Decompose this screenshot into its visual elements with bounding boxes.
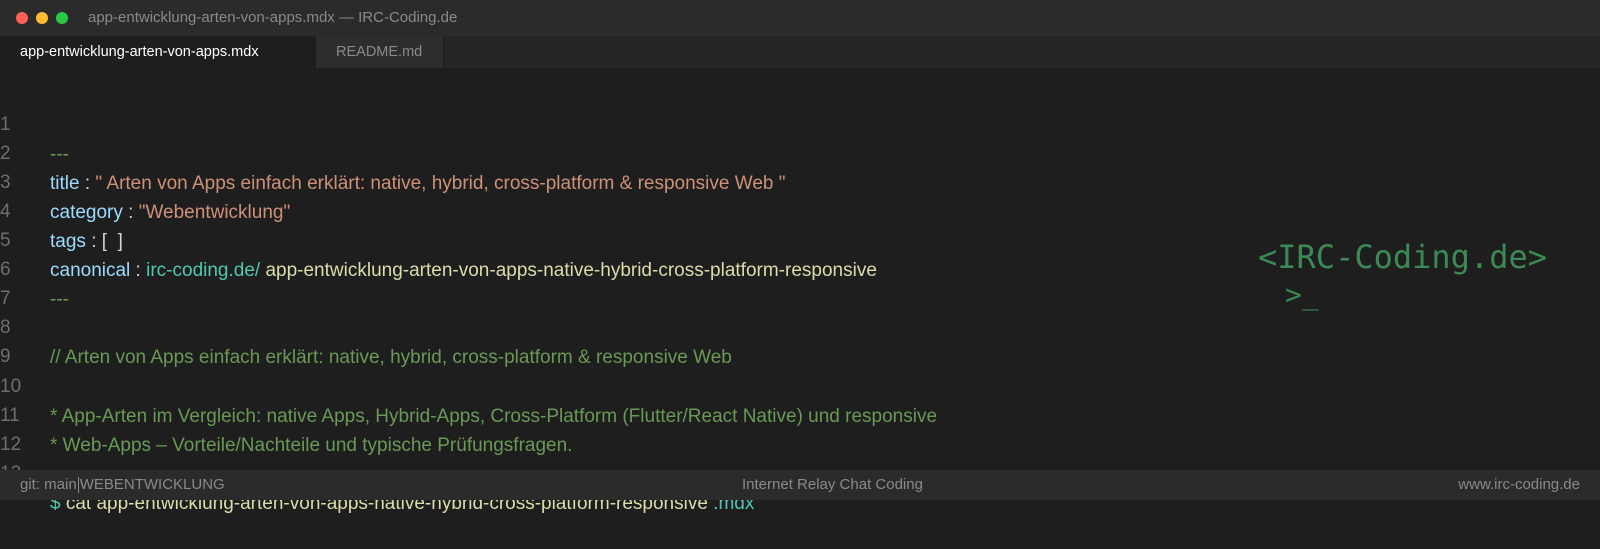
tab-readme-md[interactable]: README.md (316, 36, 444, 68)
status-center-text: Internet Relay Chat Coding (742, 476, 923, 493)
frontmatter-key: category (50, 202, 123, 223)
code-line: 6 --- (0, 225, 69, 310)
frontmatter-delimiter: --- (50, 289, 69, 310)
code-line: 9 (0, 312, 21, 367)
key-separator: : (79, 173, 96, 194)
close-window-button[interactable] (16, 12, 28, 24)
terminal-prompt-icon: >_ (1285, 278, 1319, 311)
frontmatter-key: canonical (50, 260, 131, 281)
code-line: 12 (0, 400, 21, 455)
code-line: 11 * Web-Apps – Vorteile/Nachteile und t… (0, 371, 572, 456)
code-line: 3 category : "Webentwicklung" (0, 138, 290, 223)
status-left: git: main WEBENTWICKLUNG (20, 470, 225, 500)
tab-app-entwicklung-mdx[interactable]: app-entwicklung-arten-von-apps.mdx (0, 36, 316, 68)
frontmatter-value: "Webentwicklung" (138, 202, 291, 223)
canonical-host: irc-coding.de/ (146, 260, 261, 281)
frontmatter-delimiter: --- (50, 144, 69, 165)
frontmatter-value: [ ] (101, 231, 123, 252)
key-separator: : (130, 260, 147, 281)
code-line: 13 $ cat app-entwicklung-arten-von-apps-… (0, 429, 754, 514)
code-line: 5 canonical : irc-coding.de/ app-entwick… (0, 196, 877, 281)
irc-coding-logo: <IRC-Coding.de> (1258, 238, 1547, 276)
code-line: 7 (0, 254, 21, 309)
minimize-window-button[interactable] (36, 12, 48, 24)
comment-line: // Arten von Apps einfach erklärt: nativ… (50, 347, 732, 368)
frontmatter-key: tags (50, 231, 86, 252)
window-title: app-entwicklung-arten-von-apps.mdx — IRC… (88, 9, 458, 26)
category-label: WEBENTWICKLUNG (79, 476, 225, 493)
git-branch[interactable]: git: main (20, 476, 77, 493)
canonical-path: app-entwicklung-arten-von-apps-native-hy… (260, 260, 877, 281)
comment-line: * App-Arten im Vergleich: native Apps, H… (50, 406, 938, 427)
status-bar: git: main WEBENTWICKLUNG Internet Relay C… (0, 470, 1600, 500)
status-divider (77, 477, 79, 494)
maximize-window-button[interactable] (56, 12, 68, 24)
comment-line: * Web-Apps – Vorteile/Nachteile und typi… (50, 435, 573, 456)
tab-bar: app-entwicklung-arten-von-apps.mdx READM… (0, 36, 1600, 68)
frontmatter-value: " Arten von Apps einfach erklärt: native… (95, 173, 786, 194)
code-line: 4 tags : [ ] (0, 167, 123, 252)
code-line: 8 // Arten von Apps einfach erklärt: nat… (0, 283, 732, 368)
title-bar: app-entwicklung-arten-von-apps.mdx — IRC… (0, 0, 1600, 36)
code-line: 1 --- (0, 80, 69, 165)
code-line: 10 * App-Arten im Vergleich: native Apps… (0, 342, 937, 427)
website-link[interactable]: www.irc-coding.de (1458, 470, 1580, 500)
key-separator: : (122, 202, 139, 223)
key-separator: : (85, 231, 102, 252)
code-line: 2 title : " Arten von Apps einfach erklä… (0, 109, 786, 194)
frontmatter-key: title (50, 173, 80, 194)
